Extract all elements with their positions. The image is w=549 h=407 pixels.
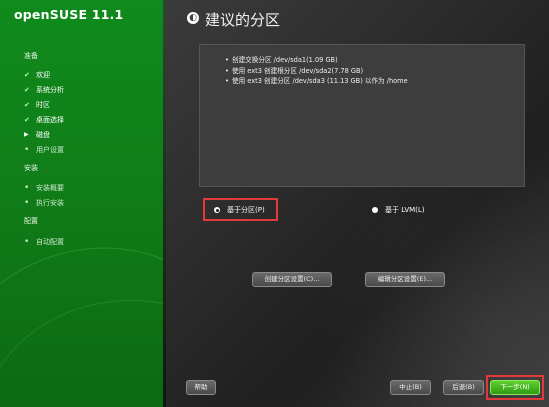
sidebar-item-welcome: ✔ 欢迎 [24,71,50,79]
abort-button[interactable]: 中止(B) [390,380,431,395]
check-icon: ✔ [24,71,30,79]
pending-bullet-icon: • [24,237,30,247]
create-partition-setup-button[interactable]: 创建分区设置(C)... [252,272,332,287]
summary-item: 使用 ext3 创建根分区 /dev/sda2(7.78 GB) [225,66,524,77]
partition-based-radio[interactable]: 基于分区(P) [214,205,265,215]
summary-item: 创建交换分区 /dev/sda1(1.09 GB) [225,55,524,66]
sidebar-item-perform-install: • 执行安装 [24,198,64,208]
partition-summary: 创建交换分区 /dev/sda1(1.09 GB) 使用 ext3 创建根分区 … [199,44,525,187]
help-button[interactable]: 帮助 [186,380,216,395]
page-title: 建议的分区 [205,11,281,29]
section-title-config: 配置 [24,217,38,225]
sidebar-item-desktop: ✔ 桌面选择 [24,116,64,124]
sidebar-item-auto-config: • 自动配置 [24,237,64,247]
check-icon: ✔ [24,86,30,94]
current-step-arrow-icon: ▶ [24,131,29,138]
radio-unselected-icon [372,207,378,213]
edit-partition-setup-button[interactable]: 编辑分区设置(E)... [365,272,445,287]
summary-item: 使用 ext3 创建分区 /dev/sda3 (11.13 GB) 以作为 /h… [225,76,524,87]
next-button[interactable]: 下一步(N) [490,380,540,395]
sidebar-item-disk: ▶ 磁盘 [24,131,50,139]
section-title-prepare: 准备 [24,52,38,60]
check-icon: ✔ [24,116,30,124]
sidebar: openSUSE 11.1 准备 ✔ 欢迎 ✔ 系统分析 ✔ 时区 ✔ 桌面选择 ▶ 磁盘… [0,0,166,407]
section-title-install: 安装 [24,164,38,172]
pending-bullet-icon: • [24,145,30,155]
sidebar-item-user-settings: • 用户设置 [24,145,64,155]
product-title: openSUSE 11.1 [14,7,124,22]
back-button[interactable]: 后退(B) [443,380,484,395]
radio-selected-icon [214,207,220,213]
sidebar-item-timezone: ✔ 时区 [24,101,50,109]
lvm-based-label: 基于 LVM(L) [385,206,425,214]
sidebar-item-system-analysis: ✔ 系统分析 [24,86,64,94]
lvm-based-radio[interactable]: 基于 LVM(L) [372,205,425,215]
disk-icon: ◐ [187,12,199,24]
check-icon: ✔ [24,101,30,109]
sidebar-item-install-summary: • 安装概要 [24,183,64,193]
partition-based-label: 基于分区(P) [227,206,265,214]
pending-bullet-icon: • [24,198,30,208]
pending-bullet-icon: • [24,183,30,193]
